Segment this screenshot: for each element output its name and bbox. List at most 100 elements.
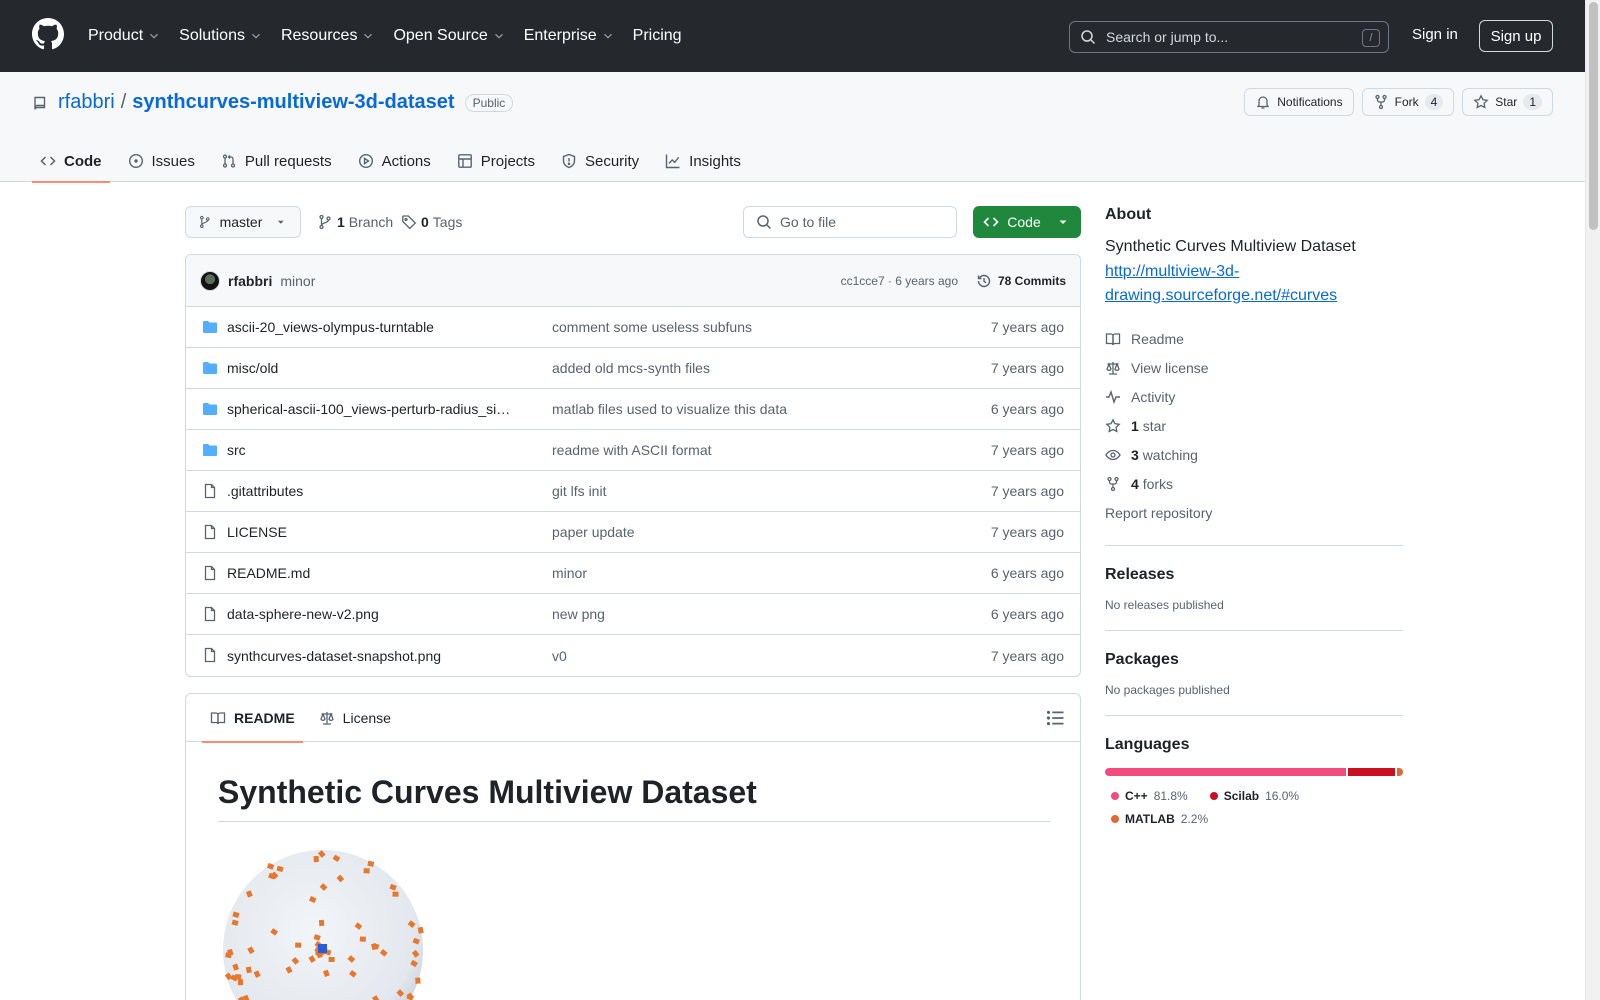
tab-readme[interactable]: README	[202, 694, 303, 743]
tab-pull-requests[interactable]: Pull requests	[213, 140, 340, 182]
tags-link[interactable]: 0 Tags	[401, 206, 462, 238]
file-name-link[interactable]: data-sphere-new-v2.png	[227, 606, 517, 622]
camera-mark	[359, 936, 366, 942]
file-row[interactable]: .gitattributes git lfs init 7 years ago	[186, 471, 1080, 512]
file-age: 7 years ago	[990, 360, 1064, 376]
packages-section: Packages No packages published	[1105, 630, 1403, 697]
report-repository-link[interactable]: Report repository	[1105, 498, 1403, 527]
camera-mark	[237, 979, 244, 986]
nav-enterprise[interactable]: Enterprise	[524, 27, 623, 45]
commit-author[interactable]: rfabbri	[228, 273, 272, 289]
file-commit-message[interactable]: readme with ASCII format	[552, 442, 712, 458]
file-row[interactable]: synthcurves-dataset-snapshot.png v0 7 year…	[186, 635, 1080, 676]
nav-label: Open Source	[393, 27, 488, 44]
github-logo-icon[interactable]	[32, 18, 64, 50]
repo-sidebar: About Synthetic Curves Multiview Dataset…	[1105, 206, 1403, 830]
file-browser: rfabbri minor cc1cce7 · 6 years ago 78 C…	[185, 254, 1081, 677]
file-commit-message[interactable]: added old mcs-synth files	[552, 360, 710, 376]
file-name-link[interactable]: src	[227, 442, 517, 458]
nav-product[interactable]: Product	[88, 27, 169, 45]
visibility-badge: Public	[464, 93, 514, 112]
chevron-down-icon	[252, 33, 260, 39]
tab-license[interactable]: License	[311, 694, 399, 742]
file-row[interactable]: misc/old added old mcs-synth files 7 years…	[186, 348, 1080, 389]
repo-owner-link[interactable]: rfabbri	[58, 91, 115, 114]
branches-link[interactable]: 1 Branch	[317, 206, 393, 238]
sidebar-readme-link[interactable]: Readme	[1105, 324, 1403, 353]
language-bar-segment	[1396, 768, 1403, 776]
stars-label: star	[1142, 417, 1167, 434]
language-name: MATLAB	[1125, 811, 1175, 826]
folder-icon	[203, 321, 217, 333]
file-commit-message[interactable]: comment some useless subfuns	[552, 319, 752, 335]
nav-open-source[interactable]: Open Source	[393, 27, 513, 45]
file-commit-message[interactable]: v0	[552, 648, 567, 664]
file-commit-message[interactable]: paper update	[552, 524, 635, 540]
file-name-link[interactable]: .gitattributes	[227, 483, 517, 499]
commit-hash-time[interactable]: cc1cce7 · 6 years ago	[841, 274, 958, 288]
camera-mark	[295, 942, 302, 948]
file-commit-message[interactable]: new png	[552, 606, 605, 622]
file-age: 7 years ago	[990, 442, 1064, 458]
go-to-file-input[interactable]: Go to file	[743, 206, 957, 238]
sidebar-forks-link[interactable]: 4 forks	[1105, 469, 1403, 498]
file-name-link[interactable]: LICENSE	[227, 524, 517, 540]
language-item[interactable]: MATLAB 2.2%	[1105, 807, 1208, 830]
commit-message[interactable]: minor	[280, 273, 315, 289]
sign-in-link[interactable]: Sign in	[1412, 26, 1458, 43]
nav-resources[interactable]: Resources	[281, 27, 383, 45]
language-item[interactable]: Scilab 16.0%	[1204, 784, 1299, 807]
file-row[interactable]: LICENSE paper update 7 years ago	[186, 512, 1080, 553]
file-name-link[interactable]: spherical-ascii-100_views-perturb-radius…	[227, 401, 517, 417]
file-row[interactable]: src readme with ASCII format 7 years ago	[186, 430, 1080, 471]
file-row[interactable]: ascii-20_views-olympus-turntable comment …	[186, 307, 1080, 348]
list-unordered-icon[interactable]	[1046, 708, 1066, 728]
stars-count: 1	[1131, 417, 1139, 434]
file-name-link[interactable]: misc/old	[227, 360, 517, 376]
fork-icon	[1107, 476, 1119, 491]
homepage-link[interactable]: http://multiview-3d-drawing.sourceforge.…	[1105, 260, 1345, 308]
releases-heading[interactable]: Releases	[1105, 566, 1403, 584]
commits-link[interactable]: 78 Commits	[976, 273, 1066, 289]
shield-icon	[562, 153, 576, 169]
folder-icon	[203, 444, 217, 456]
file-commit-message[interactable]: git lfs init	[552, 483, 606, 499]
file-commit-message[interactable]: matlab files used to visualize this data	[552, 401, 787, 417]
file-name-link[interactable]: README.md	[227, 565, 517, 581]
sign-up-button[interactable]: Sign up	[1479, 20, 1553, 52]
file-commit-message[interactable]: minor	[552, 565, 587, 581]
tab-insights[interactable]: Insights	[657, 140, 749, 182]
page-scrollbar[interactable]	[1585, 0, 1600, 1000]
sidebar-activity-link[interactable]: Activity	[1105, 382, 1403, 411]
sidebar-license-link[interactable]: View license	[1105, 353, 1403, 382]
code-dropdown-button[interactable]: Code	[973, 206, 1081, 238]
language-item[interactable]: C++ 81.8%	[1105, 784, 1188, 807]
sidebar-stars-link[interactable]: 1 star	[1105, 411, 1403, 440]
fork-icon	[1374, 94, 1387, 110]
search-input[interactable]: Search or jump to... /	[1069, 21, 1389, 53]
notifications-button[interactable]: Notifications	[1244, 88, 1354, 116]
repo-name-link[interactable]: synthcurves-multiview-3d-dataset	[132, 91, 454, 114]
tab-projects[interactable]: Projects	[449, 140, 543, 182]
file-row[interactable]: spherical-ascii-100_views-perturb-radius…	[186, 389, 1080, 430]
sidebar-watching-link[interactable]: 3 watching	[1105, 440, 1403, 469]
tab-issues[interactable]: Issues	[120, 140, 203, 182]
file-icon	[204, 606, 216, 622]
star-button[interactable]: Star 1	[1462, 88, 1553, 116]
packages-heading[interactable]: Packages	[1105, 651, 1403, 669]
nav-label: Product	[88, 27, 144, 44]
tab-security[interactable]: Security	[553, 140, 647, 182]
file-row[interactable]: README.md minor 6 years ago	[186, 553, 1080, 594]
file-name-link[interactable]: ascii-20_views-olympus-turntable	[227, 319, 517, 335]
tab-code[interactable]: Code	[32, 140, 110, 183]
file-row[interactable]: data-sphere-new-v2.png new png 6 years ago	[186, 594, 1080, 635]
branch-selector[interactable]: master	[185, 206, 301, 238]
file-name-link[interactable]: synthcurves-dataset-snapshot.png	[227, 648, 517, 664]
nav-pricing[interactable]: Pricing	[633, 27, 690, 45]
scrollbar-thumb[interactable]	[1589, 2, 1598, 230]
avatar[interactable]	[200, 270, 220, 291]
fork-button[interactable]: Fork 4	[1361, 88, 1455, 116]
tab-actions[interactable]: Actions	[350, 140, 439, 182]
sidebar-item-label: 1 star	[1131, 418, 1166, 434]
nav-solutions[interactable]: Solutions	[179, 27, 271, 45]
